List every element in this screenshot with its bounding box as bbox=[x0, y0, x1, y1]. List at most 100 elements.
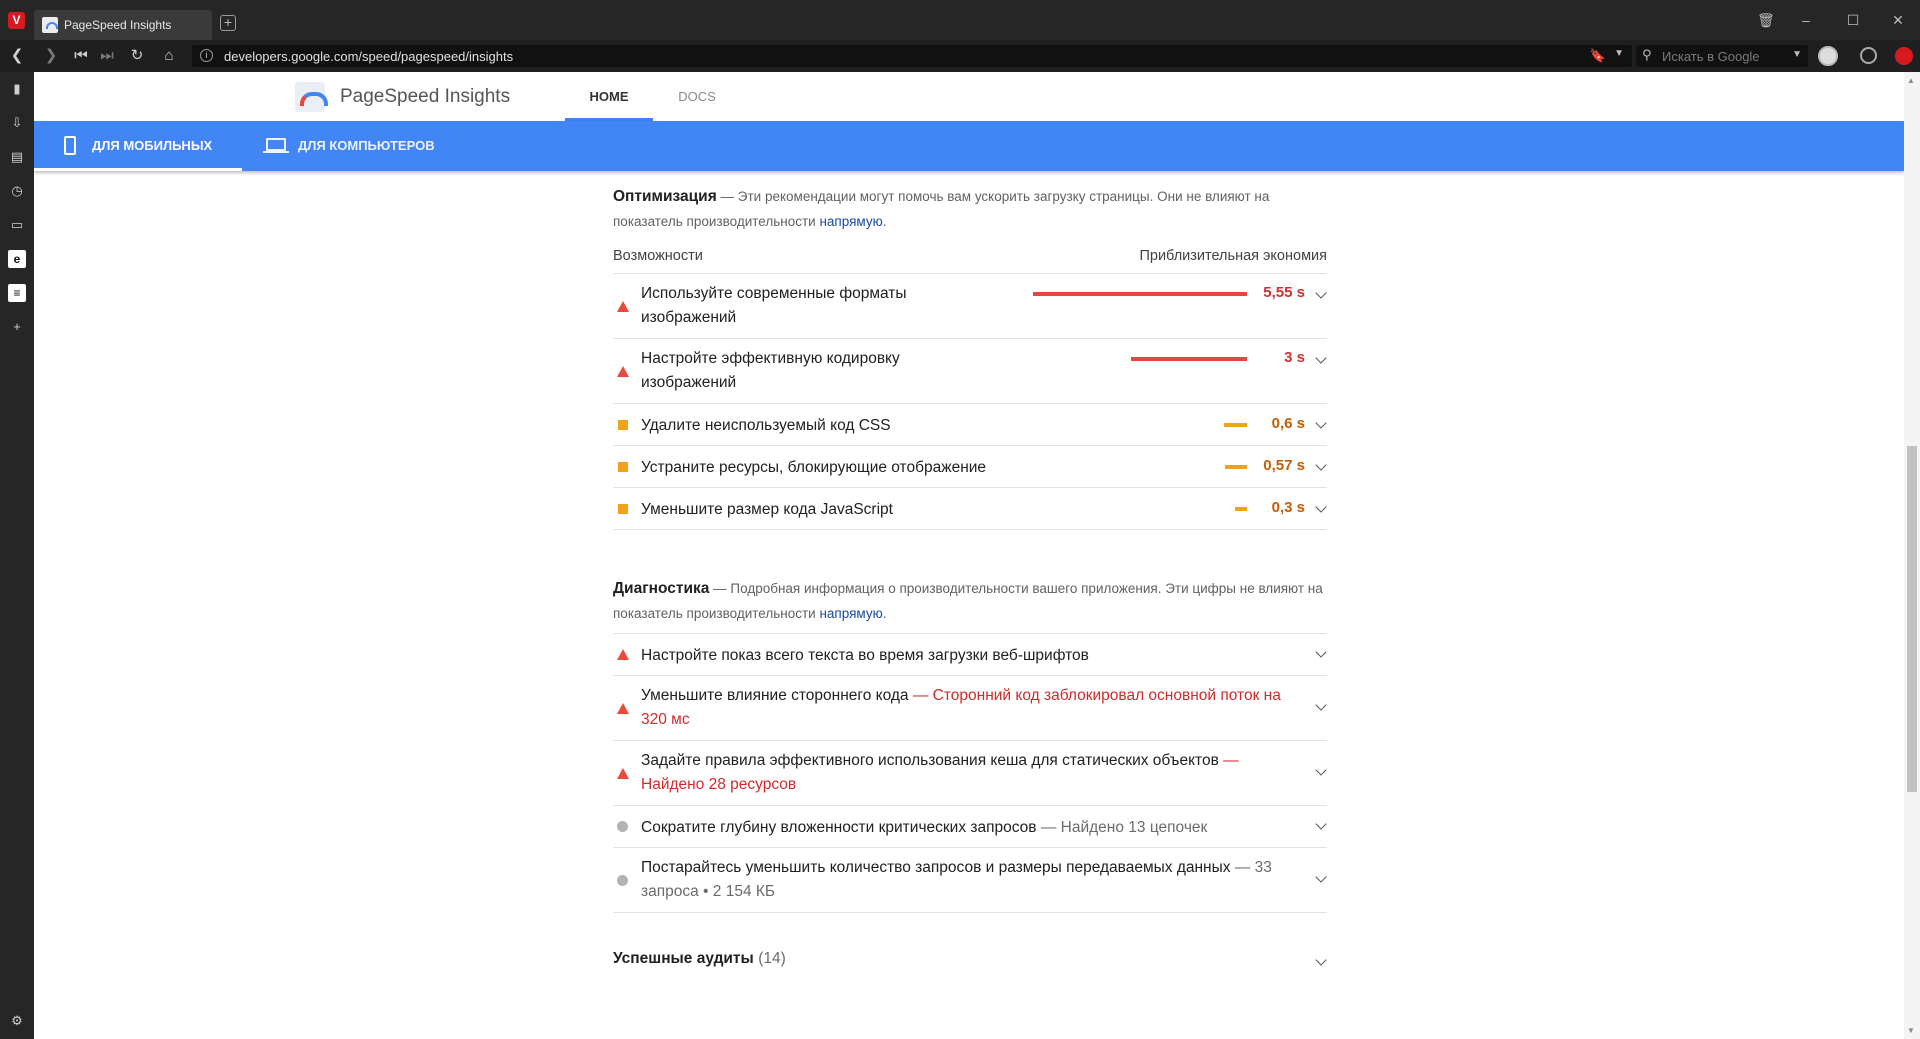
passed-audits-count: (14) bbox=[758, 950, 786, 967]
chevron-down-icon[interactable] bbox=[1315, 501, 1327, 513]
chevron-down-icon[interactable] bbox=[1315, 764, 1327, 776]
browser-tab-active[interactable]: PageSpeed Insights bbox=[34, 10, 212, 40]
settings-gear-icon[interactable]: ⚙ bbox=[10, 1014, 24, 1028]
window-panel-icon[interactable]: ▭ bbox=[10, 218, 24, 232]
chevron-down-icon[interactable] bbox=[1315, 954, 1327, 966]
fast-forward-button[interactable]: ⏭ bbox=[98, 47, 116, 65]
rewind-button[interactable]: ⏮ bbox=[72, 47, 90, 65]
search-icon: ⚲ bbox=[1642, 47, 1652, 62]
new-tab-button[interactable]: + bbox=[220, 15, 236, 31]
profile-avatar-icon[interactable] bbox=[1818, 46, 1838, 66]
savings-value: 0,6 s bbox=[1271, 415, 1305, 432]
fail-triangle-icon bbox=[617, 649, 629, 660]
average-square-icon bbox=[618, 420, 628, 430]
opportunity-row[interactable]: Уменьшите размер кода JavaScript 0,3 s bbox=[613, 488, 1327, 530]
web-panel-icon[interactable]: e bbox=[8, 250, 26, 268]
savings-bar bbox=[1033, 292, 1247, 296]
page-content: PageSpeed Insights HOME DOCS ДЛЯ МОБИЛЬН… bbox=[34, 72, 1904, 1039]
browser-titlebar: V PageSpeed Insights + 🗑 – ☐ ✕ bbox=[0, 0, 1920, 40]
address-field[interactable]: i developers.google.com/speed/pagespeed/… bbox=[192, 45, 1632, 67]
fail-triangle-icon bbox=[617, 768, 629, 779]
diagnostics-section: Диагностика — Подробная информация о про… bbox=[613, 576, 1327, 913]
vivaldi-menu-icon[interactable]: V bbox=[8, 12, 25, 29]
opportunity-row[interactable]: Устраните ресурсы, блокирующие отображен… bbox=[613, 446, 1327, 488]
diagnostic-row[interactable]: Постарайтесь уменьшить количество запрос… bbox=[613, 848, 1327, 913]
web-panel-2-icon[interactable]: ≡ bbox=[8, 284, 26, 302]
extension-icon[interactable] bbox=[1895, 47, 1913, 65]
history-panel-icon[interactable]: ◷ bbox=[10, 184, 24, 198]
chevron-down-icon[interactable] bbox=[1315, 871, 1327, 883]
tab-mobile[interactable]: ДЛЯ МОБИЛЬНЫХ bbox=[34, 121, 242, 171]
opportunity-text: Удалите неиспользуемый код CSS bbox=[641, 417, 891, 434]
diagnostics-title: Диагностика bbox=[613, 580, 710, 597]
chevron-down-icon[interactable] bbox=[1315, 287, 1327, 299]
diagnostics-link[interactable]: напрямую bbox=[819, 606, 882, 621]
close-window-button[interactable]: ✕ bbox=[1890, 12, 1906, 28]
pagespeed-favicon-icon bbox=[42, 17, 58, 33]
passed-audits-row[interactable]: Успешные аудиты (14) bbox=[613, 950, 1327, 986]
address-toolbar: ❮ ❯ ⏮ ⏭ ↻ ⌂ i developers.google.com/spee… bbox=[0, 40, 1920, 72]
globe-icon[interactable] bbox=[1860, 47, 1877, 64]
add-web-panel-icon[interactable]: + bbox=[10, 320, 24, 334]
site-info-icon[interactable]: i bbox=[200, 49, 213, 62]
chevron-down-icon[interactable] bbox=[1315, 646, 1327, 658]
pagespeed-logo-icon bbox=[295, 82, 328, 112]
optimization-section: Оптимизация — Эти рекомендации могут пом… bbox=[613, 184, 1327, 530]
trash-icon[interactable]: 🗑 bbox=[1757, 12, 1775, 28]
downloads-panel-icon[interactable]: ⇩ bbox=[10, 116, 24, 130]
passed-audits-title: Успешные аудиты bbox=[613, 950, 754, 967]
bookmark-icon[interactable]: 🔖 bbox=[1590, 48, 1606, 64]
address-dropdown-icon[interactable]: ▼ bbox=[1614, 48, 1624, 59]
savings-value: 5,55 s bbox=[1263, 284, 1305, 301]
tab-desktop[interactable]: ДЛЯ КОМПЬЮТЕРОВ bbox=[242, 121, 435, 171]
optimization-link[interactable]: напрямую bbox=[819, 214, 882, 229]
opportunity-row[interactable]: Удалите неиспользуемый код CSS 0,6 s bbox=[613, 404, 1327, 446]
tab-title: PageSpeed Insights bbox=[64, 18, 172, 32]
optimization-title: Оптимизация bbox=[613, 188, 717, 205]
chevron-down-icon[interactable] bbox=[1315, 818, 1327, 830]
opportunities-header: Возможности Приблизительная экономия bbox=[613, 238, 1327, 274]
back-button[interactable]: ❮ bbox=[8, 47, 26, 65]
diagnostic-text: Задайте правила эффективного использован… bbox=[641, 752, 1219, 769]
opportunity-text: Устраните ресурсы, блокирующие отображен… bbox=[641, 459, 987, 476]
diagnostic-row[interactable]: Настройте показ всего текста во время за… bbox=[613, 634, 1327, 676]
opportunity-text: Уменьшите размер кода JavaScript bbox=[641, 501, 893, 518]
scroll-down-arrow-icon[interactable]: ▼ bbox=[1907, 1026, 1915, 1035]
fail-triangle-icon bbox=[617, 703, 629, 714]
opportunity-row[interactable]: Используйте современные форматы изображе… bbox=[613, 274, 1327, 339]
fail-triangle-icon bbox=[617, 301, 629, 312]
chevron-down-icon[interactable] bbox=[1315, 417, 1327, 429]
minimize-button[interactable]: – bbox=[1798, 12, 1814, 28]
diagnostic-row[interactable]: Задайте правила эффективного использован… bbox=[613, 741, 1327, 806]
savings-label: Приблизительная экономия bbox=[1139, 248, 1327, 264]
savings-bar bbox=[1224, 423, 1247, 427]
reload-button[interactable]: ↻ bbox=[128, 47, 146, 65]
diagnostic-row[interactable]: Сократите глубину вложенности критически… bbox=[613, 806, 1327, 848]
search-field[interactable]: ⚲ Искать в Google ▼ bbox=[1636, 45, 1808, 67]
chevron-down-icon[interactable] bbox=[1315, 699, 1327, 711]
tab-mobile-label: ДЛЯ МОБИЛЬНЫХ bbox=[92, 138, 213, 153]
chevron-down-icon[interactable] bbox=[1315, 352, 1327, 364]
savings-bar bbox=[1131, 357, 1247, 361]
forward-button[interactable]: ❯ bbox=[42, 47, 60, 65]
savings-bar bbox=[1225, 465, 1247, 469]
nav-docs-tab[interactable]: DOCS bbox=[663, 72, 731, 121]
scroll-up-arrow-icon[interactable]: ▲ bbox=[1907, 76, 1915, 85]
home-button[interactable]: ⌂ bbox=[160, 47, 178, 65]
search-placeholder[interactable]: Искать в Google bbox=[1662, 49, 1760, 64]
tab-desktop-label: ДЛЯ КОМПЬЮТЕРОВ bbox=[298, 138, 435, 153]
nav-home-tab[interactable]: HOME bbox=[565, 72, 653, 121]
divider bbox=[613, 626, 1327, 634]
diagnostic-row[interactable]: Уменьшите влияние стороннего кода — Стор… bbox=[613, 676, 1327, 741]
chevron-down-icon[interactable] bbox=[1315, 459, 1327, 471]
notes-panel-icon[interactable]: ▤ bbox=[10, 150, 24, 164]
bookmarks-panel-icon[interactable]: ▮ bbox=[10, 82, 24, 96]
search-engine-dropdown-icon[interactable]: ▼ bbox=[1792, 49, 1802, 60]
scrollbar-thumb[interactable] bbox=[1907, 446, 1917, 792]
page-scrollbar[interactable]: ▲ ▼ bbox=[1904, 72, 1920, 1039]
url-text[interactable]: developers.google.com/speed/pagespeed/in… bbox=[224, 49, 513, 64]
opportunity-row[interactable]: Настройте эффективную кодировку изображе… bbox=[613, 339, 1327, 404]
maximize-button[interactable]: ☐ bbox=[1845, 12, 1861, 28]
savings-bar bbox=[1235, 507, 1247, 511]
diagnostic-text-wrap: Сократите глубину вложенности критически… bbox=[641, 816, 1207, 840]
